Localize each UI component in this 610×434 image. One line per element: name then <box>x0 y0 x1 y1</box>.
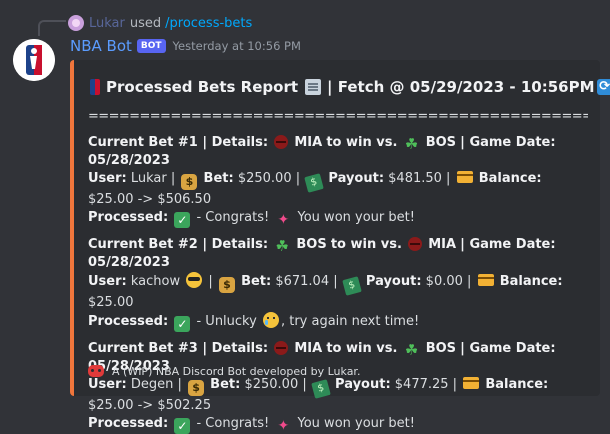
result-text: - Unlucky <box>196 314 257 329</box>
flying-money-icon: $ <box>341 276 362 296</box>
embed-description: ========================================… <box>88 108 588 434</box>
balance-label: Balance: <box>499 274 563 289</box>
credit-card-icon <box>463 377 480 389</box>
user-label: User: <box>88 171 127 186</box>
bet-middle: to win vs. <box>326 135 398 150</box>
discord-icon <box>88 365 104 377</box>
crying-face-icon <box>262 312 279 328</box>
user-value: kachow <box>130 274 181 289</box>
message-header: NBA Bot BOT Yesterday at 10:56 PM <box>70 36 301 56</box>
team-1: BOS <box>296 237 327 252</box>
newspaper-icon <box>305 79 322 95</box>
party-popper-icon: ✦ <box>277 212 290 228</box>
result-text-2: , try again next time! <box>280 314 420 329</box>
team-1: MIA <box>294 341 323 356</box>
balance-value: $25.00 <box>88 295 134 310</box>
payout-label: Payout: <box>328 171 385 186</box>
flying-money-icon: $ <box>311 379 331 399</box>
processed-label: Processed: <box>88 314 169 329</box>
team-2: BOS <box>425 341 457 356</box>
payout-value: $0.00 | <box>425 274 472 289</box>
embed-footer: A (WIP) NBA Discord Bot developed by Luk… <box>88 362 360 380</box>
flying-money-icon: $ <box>304 173 325 193</box>
embed-title: Processed Bets Report | Fetch @ 05/29/20… <box>88 74 610 100</box>
result-text-2: You won your bet! <box>297 416 415 431</box>
payout-value: $477.25 | <box>394 377 458 392</box>
check-mark-icon: ✓ <box>174 316 191 332</box>
processed-label: Processed: <box>88 416 169 431</box>
bet-value: $250.00 | <box>237 171 301 186</box>
reply-context[interactable]: Lukar used /process-bets <box>68 13 252 33</box>
balance-label: Balance: <box>478 171 542 186</box>
title-text: Processed Bets Report <box>106 78 299 96</box>
sunglasses-face-icon <box>186 272 203 288</box>
bet-value: $671.04 | <box>275 274 338 289</box>
nba-logo-icon <box>90 79 100 95</box>
check-mark-icon: ✓ <box>174 418 191 434</box>
balance-value: $25.00 -> $506.50 <box>88 192 212 207</box>
refresh-icon: ⟳ <box>596 79 610 95</box>
bet-middle: to win vs. <box>330 237 402 252</box>
payout-label: Payout: <box>365 274 422 289</box>
user-label: User: <box>88 274 127 289</box>
balance-label: Balance: <box>485 377 549 392</box>
clover-icon: ☘ <box>404 341 419 359</box>
credit-card-icon <box>477 274 494 286</box>
processed-label: Processed: <box>88 210 169 225</box>
reply-username[interactable]: Lukar <box>89 16 125 31</box>
basketball-icon <box>274 135 289 149</box>
result-text: - Congrats! <box>196 210 270 225</box>
result-text-2: You won your bet! <box>297 210 415 225</box>
result-text: - Congrats! <box>196 416 270 431</box>
bet-entry-2: Current Bet #2 | Details: ☘ BOS to win v… <box>88 237 563 332</box>
clover-icon: ☘ <box>404 135 419 153</box>
slash-command[interactable]: /process-bets <box>165 16 252 31</box>
basketball-icon <box>274 341 289 355</box>
check-mark-icon: ✓ <box>174 212 191 228</box>
bot-avatar[interactable] <box>13 39 55 81</box>
user-value: Lukar | <box>130 171 176 186</box>
embed-card: Processed Bets Report | Fetch @ 05/29/20… <box>70 60 610 434</box>
footer-text: A (WIP) NBA Discord Bot developed by Luk… <box>112 364 361 378</box>
team-1: MIA <box>294 135 323 150</box>
title-fetch: | Fetch @ 05/29/2023 - 10:56PM <box>327 78 595 96</box>
bot-badge: BOT <box>136 39 166 53</box>
bet-header: Current Bet #2 | Details: <box>88 237 269 252</box>
party-popper-icon: ✦ <box>277 418 290 434</box>
payout-value: $481.50 | <box>388 171 451 186</box>
reply-connector <box>38 20 66 36</box>
message-timestamp[interactable]: Yesterday at 10:56 PM <box>173 39 301 53</box>
bet-entry-1: Current Bet #1 | Details: MIA to win vs.… <box>88 134 588 228</box>
money-bag-icon: $ <box>188 380 205 396</box>
author-name[interactable]: NBA Bot <box>70 37 132 55</box>
user-avatar-small[interactable] <box>68 15 84 31</box>
bet-entry-3: Current Bet #3 | Details: MIA to win vs.… <box>88 340 588 434</box>
bet-middle: to win vs. <box>326 341 398 356</box>
separator-line: ========================================… <box>88 109 588 124</box>
bet-label: Bet: <box>203 171 234 186</box>
nba-logo-avatar-icon <box>13 39 55 81</box>
credit-card-icon <box>456 171 473 183</box>
money-bag-icon: $ <box>181 174 198 190</box>
clover-icon: ☘ <box>275 237 289 255</box>
reply-verb: used <box>129 15 162 31</box>
basketball-icon <box>408 237 423 251</box>
team-2: BOS <box>425 135 457 150</box>
bet-header: Current Bet #1 | Details: <box>88 135 269 150</box>
bet-label: Bet: <box>241 274 272 289</box>
team-2: MIA <box>428 237 457 252</box>
bet-header: Current Bet #3 | Details: <box>88 341 269 356</box>
money-bag-icon: $ <box>218 277 235 293</box>
